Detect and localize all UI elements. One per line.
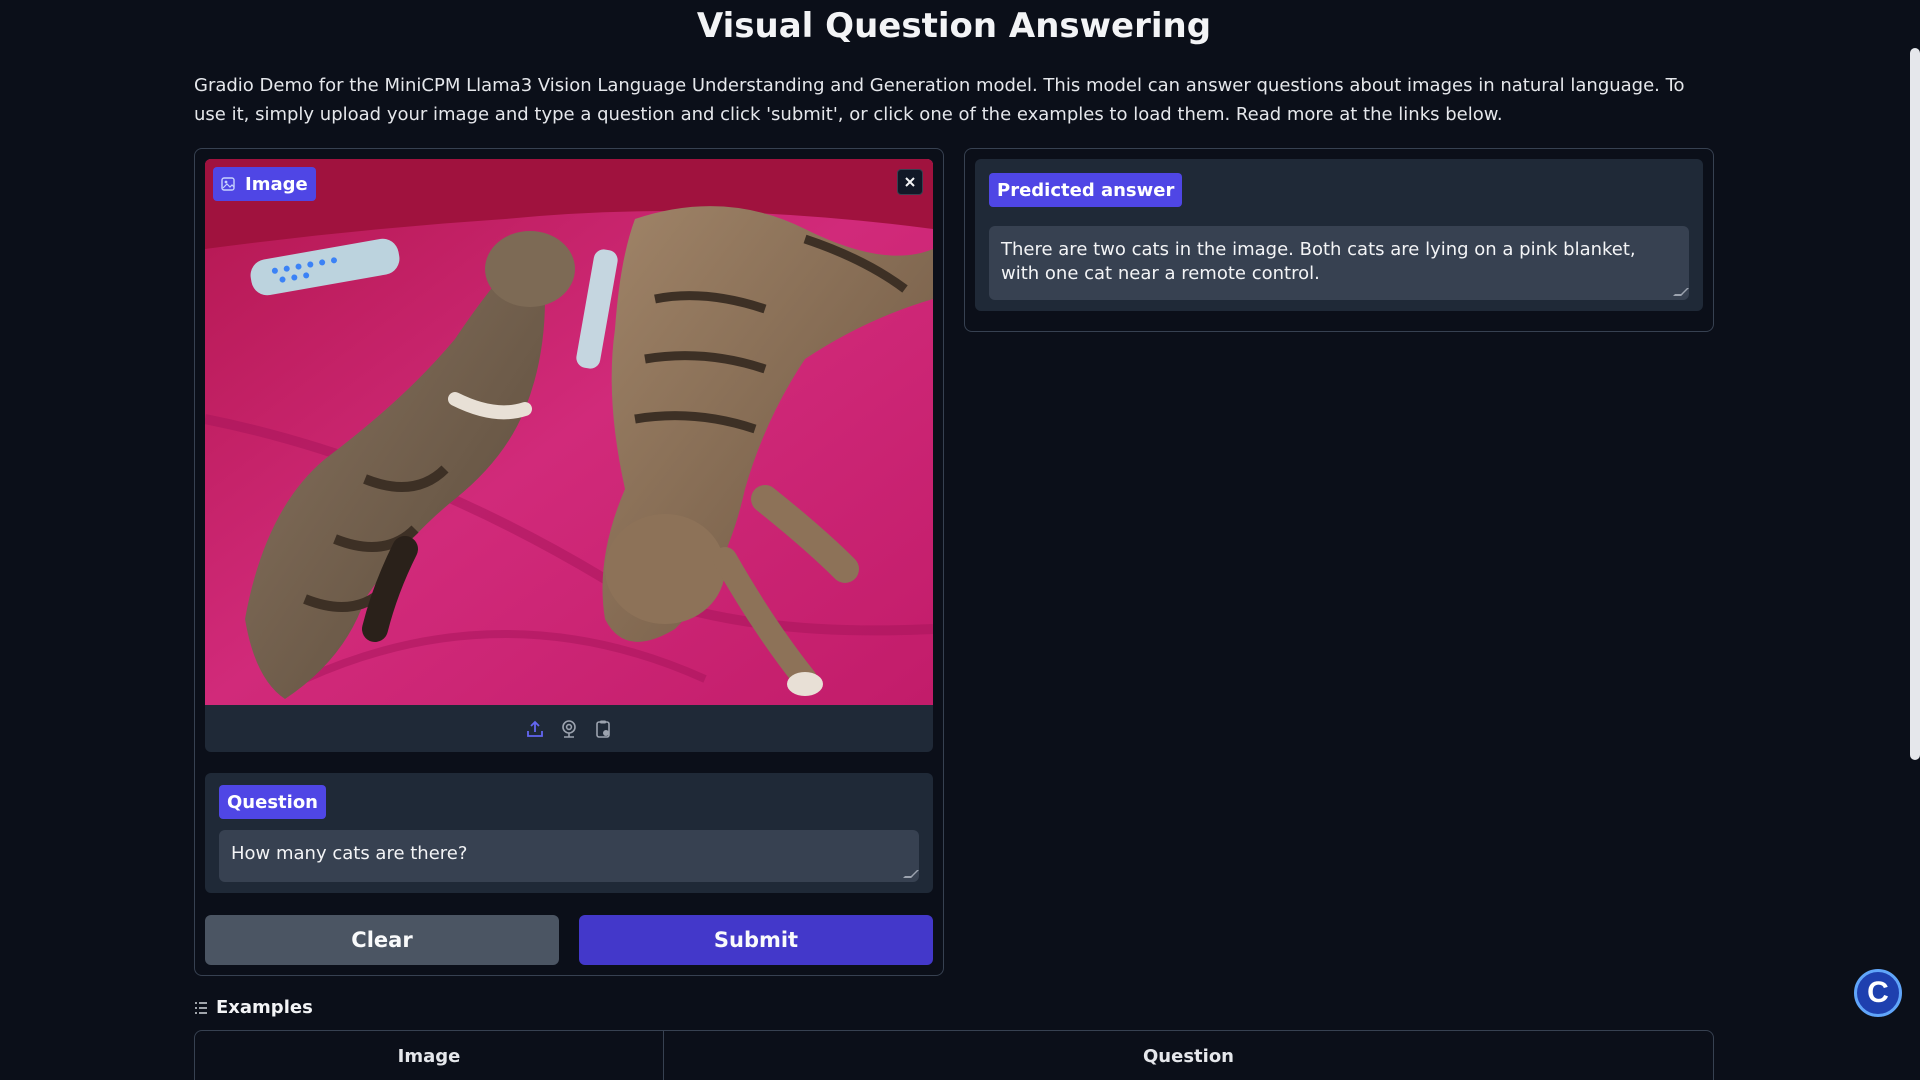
clear-image-button[interactable] [897, 169, 923, 195]
question-block: Question How many cats are there? [205, 773, 933, 893]
resize-handle[interactable] [903, 870, 919, 878]
scrollbar[interactable] [1910, 48, 1920, 760]
question-label-text: Question [227, 791, 318, 813]
image-icon [221, 177, 235, 191]
cats-photo [205, 159, 933, 705]
examples-header: Examples [194, 997, 313, 1018]
clear-button[interactable]: Clear [205, 915, 559, 965]
floating-badge-button[interactable]: C [1854, 969, 1902, 1017]
webcam-icon[interactable] [559, 719, 579, 739]
answer-label: Predicted answer [989, 173, 1183, 207]
image-label: Image [213, 167, 316, 201]
question-label: Question [219, 785, 326, 819]
input-panel: Image Question How many cats are there? … [194, 148, 944, 976]
list-icon [195, 1001, 207, 1014]
app-root: Visual Question Answering Gradio Demo fo… [0, 0, 1920, 1080]
image-input[interactable]: Image [205, 159, 933, 752]
examples-title: Examples [216, 997, 313, 1018]
examples-table: Image Question [194, 1030, 1714, 1080]
page-title: Visual Question Answering [696, 6, 1212, 46]
answer-output[interactable]: There are two cats in the image. Both ca… [989, 226, 1689, 300]
examples-column-question: Question [1143, 1046, 1234, 1067]
resize-handle[interactable] [1673, 288, 1689, 296]
page-description: Gradio Demo for the MiniCPM Llama3 Visio… [194, 75, 1685, 125]
examples-column-image: Image [195, 1031, 664, 1080]
image-preview[interactable]: Image [205, 159, 933, 705]
image-source-bar [205, 705, 933, 752]
image-label-text: Image [245, 173, 308, 195]
question-input-value: How many cats are there? [231, 843, 468, 864]
question-input[interactable]: How many cats are there? [219, 830, 919, 882]
clipboard-icon[interactable] [593, 719, 613, 739]
output-panel: Predicted answer There are two cats in t… [964, 148, 1714, 332]
answer-label-text: Predicted answer [997, 179, 1175, 201]
close-icon [905, 177, 915, 187]
upload-icon[interactable] [525, 719, 545, 739]
badge-letter: C [1867, 976, 1889, 1009]
submit-button[interactable]: Submit [579, 915, 933, 965]
answer-block: Predicted answer There are two cats in t… [975, 159, 1703, 311]
answer-output-value: There are two cats in the image. Both ca… [1001, 239, 1636, 284]
